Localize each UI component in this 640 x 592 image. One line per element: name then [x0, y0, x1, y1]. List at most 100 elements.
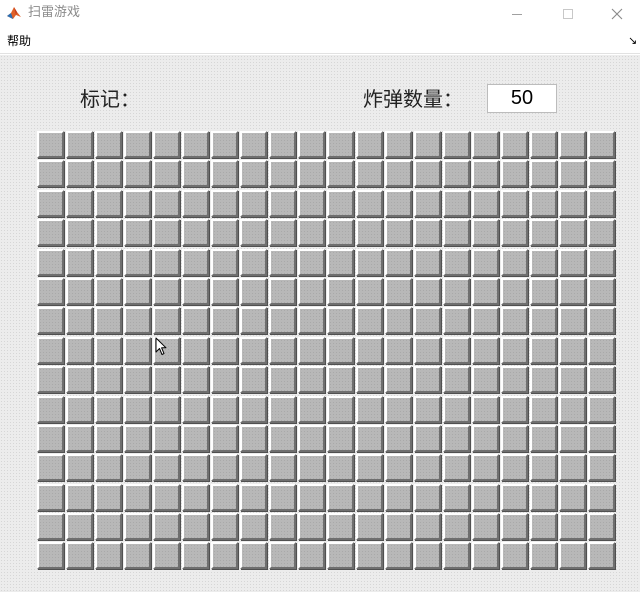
mine-cell[interactable] [240, 395, 267, 423]
mine-cell[interactable] [501, 454, 528, 482]
mine-cell[interactable] [211, 366, 238, 394]
mine-cell[interactable] [153, 277, 180, 305]
mine-cell[interactable] [414, 131, 441, 158]
mine-cell[interactable] [298, 366, 325, 394]
mine-cell[interactable] [501, 366, 528, 394]
mine-cell[interactable] [269, 336, 296, 364]
mine-cell[interactable] [298, 189, 325, 217]
mine-cell[interactable] [472, 454, 499, 482]
mine-cell[interactable] [66, 307, 93, 335]
mine-cell[interactable] [153, 131, 180, 158]
mine-cell[interactable] [211, 189, 238, 217]
mine-cell[interactable] [356, 248, 383, 276]
mine-cell[interactable] [211, 483, 238, 511]
mine-cell[interactable] [588, 189, 615, 217]
mine-cell[interactable] [211, 395, 238, 423]
mine-cell[interactable] [66, 542, 93, 570]
mine-cell[interactable] [501, 336, 528, 364]
mine-cell[interactable] [269, 248, 296, 276]
mine-cell[interactable] [66, 424, 93, 452]
mine-cell[interactable] [124, 277, 151, 305]
mine-cell[interactable] [298, 395, 325, 423]
mine-cell[interactable] [356, 336, 383, 364]
mine-cell[interactable] [269, 483, 296, 511]
mine-cell[interactable] [327, 307, 354, 335]
mine-cell[interactable] [298, 454, 325, 482]
mine-cell[interactable] [211, 219, 238, 247]
mine-cell[interactable] [385, 248, 412, 276]
mine-cell[interactable] [414, 395, 441, 423]
dock-arrow-icon[interactable]: ↘ [628, 34, 637, 48]
mine-cell[interactable] [153, 219, 180, 247]
mine-cell[interactable] [95, 542, 122, 570]
mine-cell[interactable] [124, 366, 151, 394]
mine-cell[interactable] [182, 307, 209, 335]
mine-cell[interactable] [298, 131, 325, 158]
mine-cell[interactable] [414, 454, 441, 482]
mine-cell[interactable] [414, 336, 441, 364]
mine-cell[interactable] [559, 219, 586, 247]
mine-cell[interactable] [211, 513, 238, 541]
mine-cell[interactable] [588, 336, 615, 364]
mine-cell[interactable] [385, 160, 412, 188]
mine-cell[interactable] [414, 277, 441, 305]
mine-cell[interactable] [269, 307, 296, 335]
mine-cell[interactable] [443, 483, 470, 511]
mine-cell[interactable] [153, 366, 180, 394]
mine-cell[interactable] [182, 513, 209, 541]
mine-cell[interactable] [124, 483, 151, 511]
mine-cell[interactable] [501, 307, 528, 335]
mine-cell[interactable] [385, 483, 412, 511]
mine-cell[interactable] [559, 395, 586, 423]
minimize-button[interactable] [494, 0, 540, 28]
mine-cell[interactable] [443, 277, 470, 305]
mine-cell[interactable] [95, 483, 122, 511]
mine-cell[interactable] [356, 277, 383, 305]
mine-cell[interactable] [95, 513, 122, 541]
mine-cell[interactable] [501, 513, 528, 541]
mine-cell[interactable] [588, 366, 615, 394]
mine-cell[interactable] [37, 307, 64, 335]
mine-cell[interactable] [298, 513, 325, 541]
mine-cell[interactable] [211, 336, 238, 364]
mine-cell[interactable] [211, 160, 238, 188]
mine-cell[interactable] [327, 277, 354, 305]
mine-cell[interactable] [182, 454, 209, 482]
mine-cell[interactable] [559, 454, 586, 482]
mine-cell[interactable] [37, 248, 64, 276]
mine-cell[interactable] [472, 131, 499, 158]
mine-cell[interactable] [443, 307, 470, 335]
mine-cell[interactable] [240, 131, 267, 158]
mine-cell[interactable] [124, 248, 151, 276]
mine-cell[interactable] [501, 219, 528, 247]
mine-cell[interactable] [588, 483, 615, 511]
mine-cell[interactable] [153, 513, 180, 541]
mine-cell[interactable] [327, 336, 354, 364]
mine-cell[interactable] [37, 219, 64, 247]
mine-cell[interactable] [95, 277, 122, 305]
mine-cell[interactable] [501, 395, 528, 423]
mine-cell[interactable] [385, 366, 412, 394]
mine-cell[interactable] [211, 277, 238, 305]
mine-cell[interactable] [385, 513, 412, 541]
mine-cell[interactable] [356, 366, 383, 394]
mine-cell[interactable] [559, 483, 586, 511]
mine-cell[interactable] [472, 366, 499, 394]
mine-cell[interactable] [182, 483, 209, 511]
mine-cell[interactable] [530, 513, 557, 541]
mine-cell[interactable] [385, 454, 412, 482]
mine-cell[interactable] [588, 307, 615, 335]
mine-cell[interactable] [472, 248, 499, 276]
mine-cell[interactable] [298, 219, 325, 247]
mine-cell[interactable] [124, 189, 151, 217]
mine-cell[interactable] [559, 189, 586, 217]
mine-cell[interactable] [530, 277, 557, 305]
mine-cell[interactable] [327, 366, 354, 394]
mine-cell[interactable] [211, 424, 238, 452]
mine-cell[interactable] [153, 395, 180, 423]
mine-cell[interactable] [327, 131, 354, 158]
mine-cell[interactable] [472, 424, 499, 452]
mine-cell[interactable] [356, 395, 383, 423]
mine-cell[interactable] [66, 277, 93, 305]
mine-cell[interactable] [37, 277, 64, 305]
